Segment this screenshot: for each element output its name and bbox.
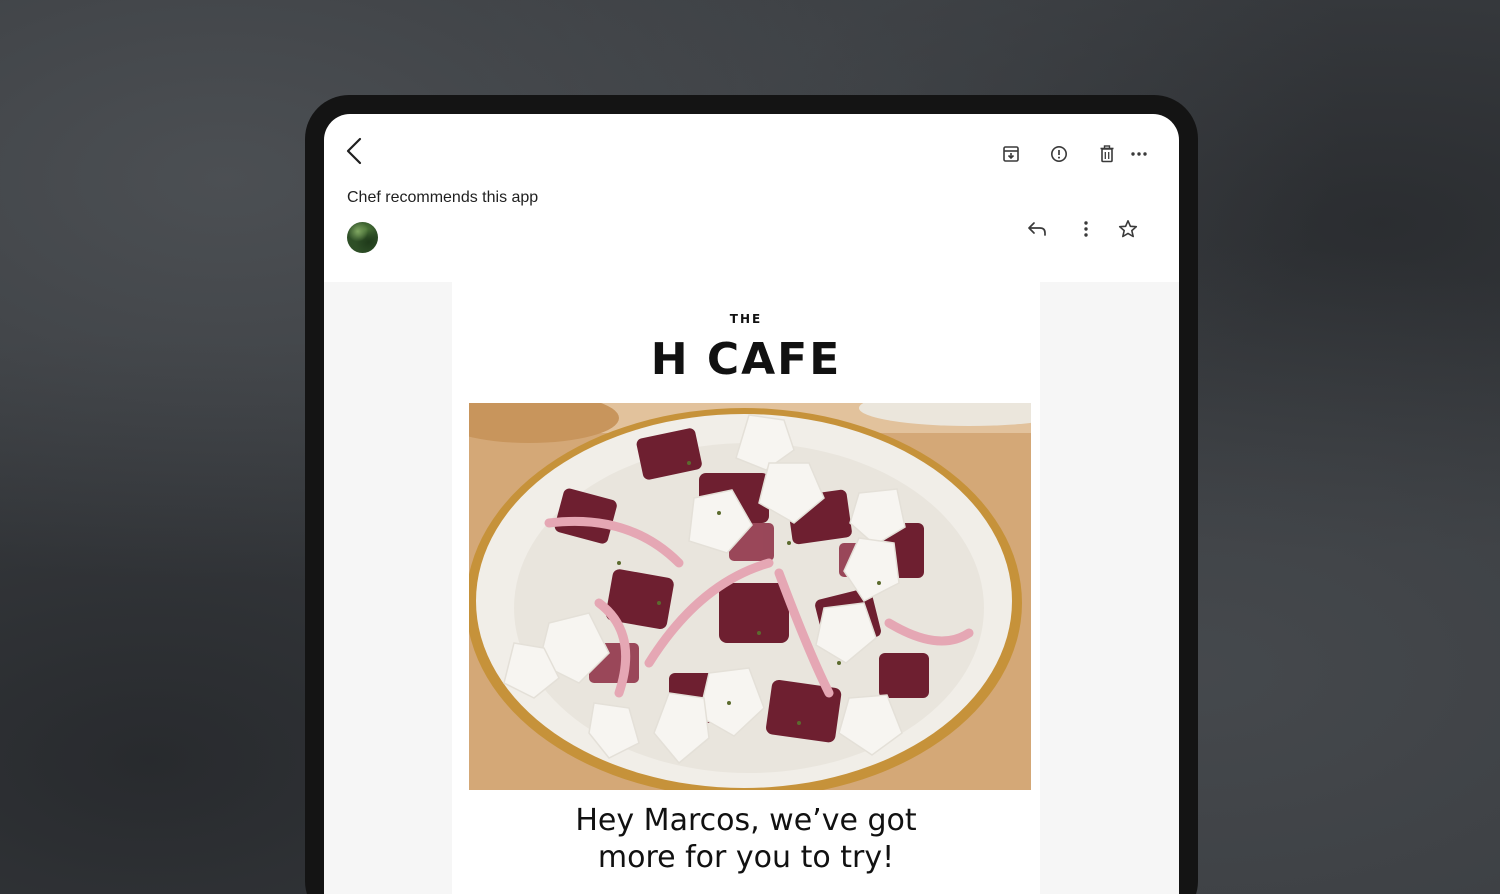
more-vertical-icon xyxy=(1084,221,1088,237)
headline-line-2: more for you to try! xyxy=(597,840,895,875)
email-subject: Chef recommends this app xyxy=(347,189,539,206)
archive-button[interactable] xyxy=(997,140,1025,168)
back-button[interactable] xyxy=(338,134,372,168)
delete-button[interactable] xyxy=(1093,140,1121,168)
report-spam-button[interactable] xyxy=(1045,140,1073,168)
archive-icon xyxy=(1003,146,1019,162)
trash-icon xyxy=(1100,145,1114,163)
email-body: THE H CAFE Hey Marcos, we’ve got more fo… xyxy=(324,282,1179,894)
star-icon xyxy=(1118,219,1138,238)
more-options-button[interactable] xyxy=(1125,140,1153,168)
newsletter-card: THE H CAFE Hey Marcos, we’ve got more fo… xyxy=(452,282,1040,894)
alert-circle-icon xyxy=(1051,146,1067,162)
chevron-left-icon xyxy=(346,137,362,165)
reply-button[interactable] xyxy=(1022,214,1052,244)
email-screen: Chef recommends this app THE H CAFE Hey … xyxy=(324,114,1179,894)
brand-prefix: THE xyxy=(729,312,763,326)
message-menu-button[interactable] xyxy=(1071,214,1101,244)
brand-logo: H CAFE xyxy=(650,334,842,385)
star-button[interactable] xyxy=(1113,214,1143,244)
reply-icon xyxy=(1028,222,1046,236)
tablet-device: Chef recommends this app THE H CAFE Hey … xyxy=(305,95,1198,894)
headline-line-1: Hey Marcos, we’ve got xyxy=(575,803,917,838)
sender-avatar[interactable] xyxy=(347,222,378,253)
hero-food-image xyxy=(469,403,1031,790)
more-horizontal-icon xyxy=(1131,152,1147,156)
salad-bowl-illustration xyxy=(469,403,1031,790)
email-headline: Hey Marcos, we’ve got more for you to tr… xyxy=(452,802,1040,876)
